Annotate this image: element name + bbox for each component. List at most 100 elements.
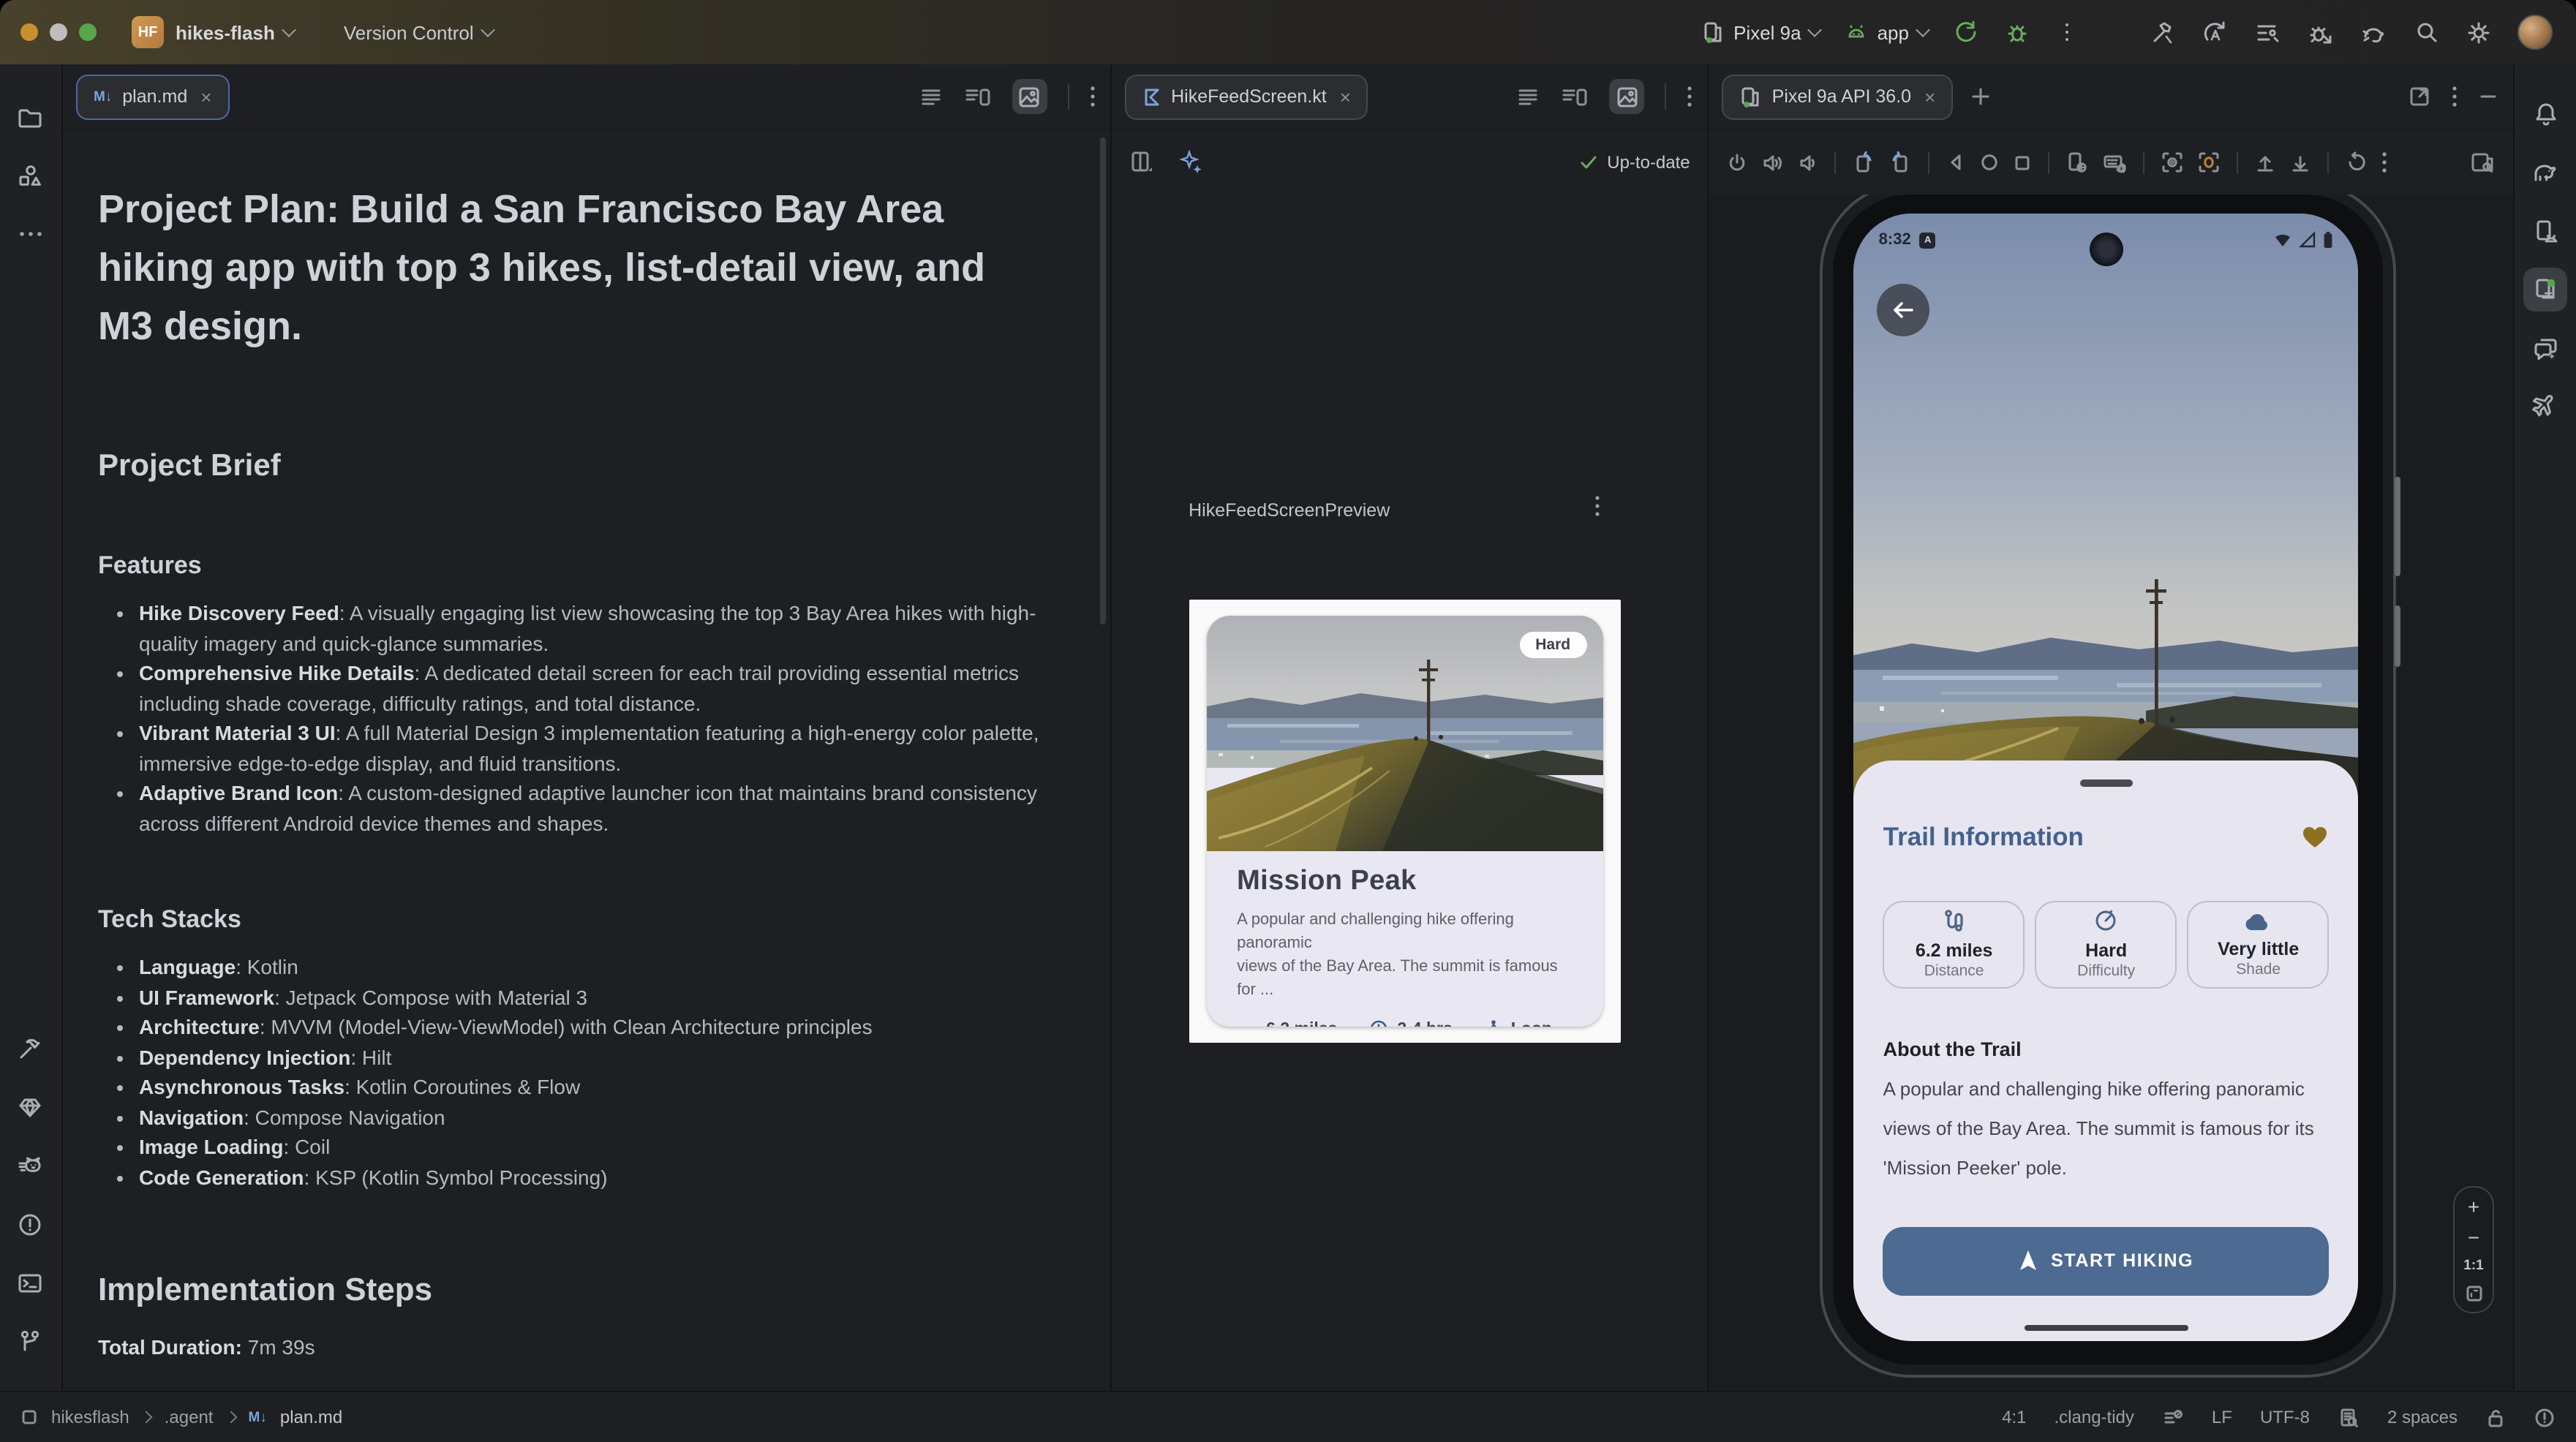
gemini-button[interactable]: [2515, 319, 2576, 377]
caret-position[interactable]: 4:1: [2002, 1407, 2026, 1427]
project-selector[interactable]: hikes-flash: [176, 21, 294, 43]
logcat-tool-button[interactable]: [0, 1136, 61, 1195]
list-item: Code Generation: KSP (Kotlin Symbol Proc…: [139, 1162, 1042, 1192]
split-view-button[interactable]: [963, 84, 991, 109]
device-mirror-icon[interactable]: [2469, 151, 2496, 174]
screen-record-icon[interactable]: [2198, 151, 2221, 174]
preview-image-icon: [1017, 84, 1042, 109]
editor-only-view-button[interactable]: [918, 84, 943, 109]
zoom-ratio-button[interactable]: 1:1: [2463, 1258, 2483, 1274]
tab-options-icon[interactable]: [1687, 85, 1693, 108]
project-tool-button[interactable]: [0, 88, 61, 146]
version-control-tool-button[interactable]: [0, 1312, 61, 1370]
volume-down-icon[interactable]: [1799, 151, 1819, 173]
sheet-drag-handle[interactable]: [2080, 779, 2133, 786]
notifications-button[interactable]: [2515, 85, 2576, 143]
more-tool-windows-button[interactable]: [0, 205, 61, 263]
search-everywhere-icon[interactable]: [2414, 19, 2440, 45]
device-settings-icon[interactable]: [2066, 151, 2090, 174]
preview-only-view-button[interactable]: [1610, 79, 1645, 114]
version-control-menu[interactable]: Version Control: [344, 21, 493, 43]
download-icon[interactable]: [2290, 151, 2312, 173]
android-home-icon[interactable]: [1980, 152, 2000, 173]
close-tab-icon[interactable]: ×: [1340, 86, 1351, 107]
gemini-sparkle-icon[interactable]: [1175, 148, 1205, 177]
running-devices-button[interactable]: [2515, 260, 2576, 319]
debug-button[interactable]: [2004, 19, 2030, 45]
attach-debugger-icon[interactable]: [2307, 18, 2335, 46]
compose-preview-canvas[interactable]: Hard Mission Peak A popular and challeng…: [1189, 600, 1620, 1043]
breadcrumb-folder[interactable]: .agent: [165, 1407, 214, 1427]
more-actions-icon[interactable]: [2055, 19, 2079, 45]
settings-gear-icon[interactable]: [2465, 18, 2493, 46]
highlighting-level-icon[interactable]: [2162, 1406, 2184, 1428]
close-tab-icon[interactable]: ×: [1924, 86, 1935, 107]
screenshot-icon[interactable]: [2161, 151, 2185, 174]
upload-icon[interactable]: [2255, 151, 2277, 173]
resource-manager-tool-button[interactable]: [0, 146, 61, 205]
breadcrumb-project[interactable]: hikesflash: [51, 1407, 129, 1427]
logcat-icon[interactable]: [2254, 18, 2282, 46]
add-device-tab-button[interactable]: [1969, 85, 1992, 108]
panel-options-icon[interactable]: [2452, 85, 2458, 108]
editor-scrollbar[interactable]: [1099, 137, 1105, 624]
start-hiking-button[interactable]: START HIKING: [1883, 1226, 2330, 1295]
analyzer-widget[interactable]: .clang-tidy: [2055, 1407, 2134, 1427]
tab-plan-md[interactable]: M↓ plan.md ×: [78, 75, 228, 118]
problems-tool-button[interactable]: [0, 1195, 61, 1253]
rotate-left-icon[interactable]: [1853, 151, 1876, 174]
toolbar-more-icon[interactable]: [2382, 151, 2388, 174]
reset-icon[interactable]: [2346, 151, 2369, 174]
trail-bottom-sheet[interactable]: Trail Information 6.2 m: [1854, 760, 2359, 1341]
split-view-button[interactable]: [1562, 84, 1589, 109]
inspections-status-icon[interactable]: [2534, 1406, 2556, 1428]
breadcrumb-file[interactable]: plan.md: [280, 1407, 342, 1427]
alert-circle-icon: [17, 1210, 45, 1238]
hike-card[interactable]: Hard Mission Peak A popular and challeng…: [1206, 616, 1603, 1027]
maximize-window-button[interactable]: [79, 23, 97, 41]
tab-pixel-9a[interactable]: Pixel 9a API 36.0 ×: [1724, 75, 1952, 118]
favorite-heart-icon[interactable]: [2302, 824, 2330, 849]
preview-only-view-button[interactable]: [1012, 79, 1047, 114]
hide-panel-icon[interactable]: [2478, 86, 2498, 107]
tab-hikefeedscreen-kt[interactable]: HikeFeedScreen.kt ×: [1126, 75, 1367, 118]
gradle-button[interactable]: [2515, 143, 2576, 202]
app-quality-insights-button[interactable]: [0, 1078, 61, 1136]
android-back-icon[interactable]: [1946, 152, 1967, 173]
device-manager-button[interactable]: [2515, 202, 2576, 260]
line-ending-widget[interactable]: LF: [2212, 1407, 2232, 1427]
preview-layout-mode-button[interactable]: [1129, 149, 1155, 175]
code-style-icon[interactable]: [2338, 1406, 2360, 1428]
hardware-input-icon[interactable]: [2103, 151, 2128, 173]
terminal-tool-button[interactable]: [0, 1253, 61, 1312]
minimize-window-button[interactable]: [50, 23, 67, 41]
open-in-new-window-icon[interactable]: [2408, 85, 2431, 108]
run-configuration[interactable]: app: [1845, 20, 1928, 44]
build-run-icon[interactable]: [2149, 18, 2177, 46]
fit-to-window-icon[interactable]: [2464, 1284, 2483, 1303]
device-selector[interactable]: Pixel 9a: [1701, 20, 1820, 44]
tab-options-icon[interactable]: [1089, 85, 1095, 108]
breadcrumb[interactable]: hikesflash .agent M↓ plan.md: [20, 1407, 342, 1427]
power-button-icon[interactable]: [1727, 151, 1749, 173]
close-window-button[interactable]: [20, 23, 38, 41]
zoom-in-button[interactable]: +: [2468, 1196, 2479, 1217]
sync-project-icon[interactable]: [2202, 18, 2229, 46]
user-avatar[interactable]: [2517, 15, 2553, 50]
profiler-icon[interactable]: [2360, 18, 2389, 46]
rotate-right-icon[interactable]: [1889, 151, 1913, 174]
zoom-out-button[interactable]: −: [2468, 1227, 2479, 1247]
phone-screen[interactable]: 8:32 A: [1854, 214, 2359, 1341]
unlocked-icon[interactable]: [2485, 1406, 2506, 1428]
editor-only-view-button[interactable]: [1516, 84, 1541, 109]
build-tool-button[interactable]: [0, 1019, 61, 1078]
encoding-widget[interactable]: UTF-8: [2260, 1407, 2310, 1427]
close-tab-icon[interactable]: ×: [200, 86, 211, 107]
rerun-app-button[interactable]: [1953, 19, 1979, 45]
project-name: hikes-flash: [176, 21, 275, 43]
preview-options-icon[interactable]: [1594, 494, 1600, 518]
indent-widget[interactable]: 2 spaces: [2387, 1407, 2458, 1427]
travel-assistant-button[interactable]: [2515, 377, 2576, 436]
android-overview-icon[interactable]: [2014, 153, 2033, 172]
volume-up-icon[interactable]: [1762, 151, 1785, 173]
